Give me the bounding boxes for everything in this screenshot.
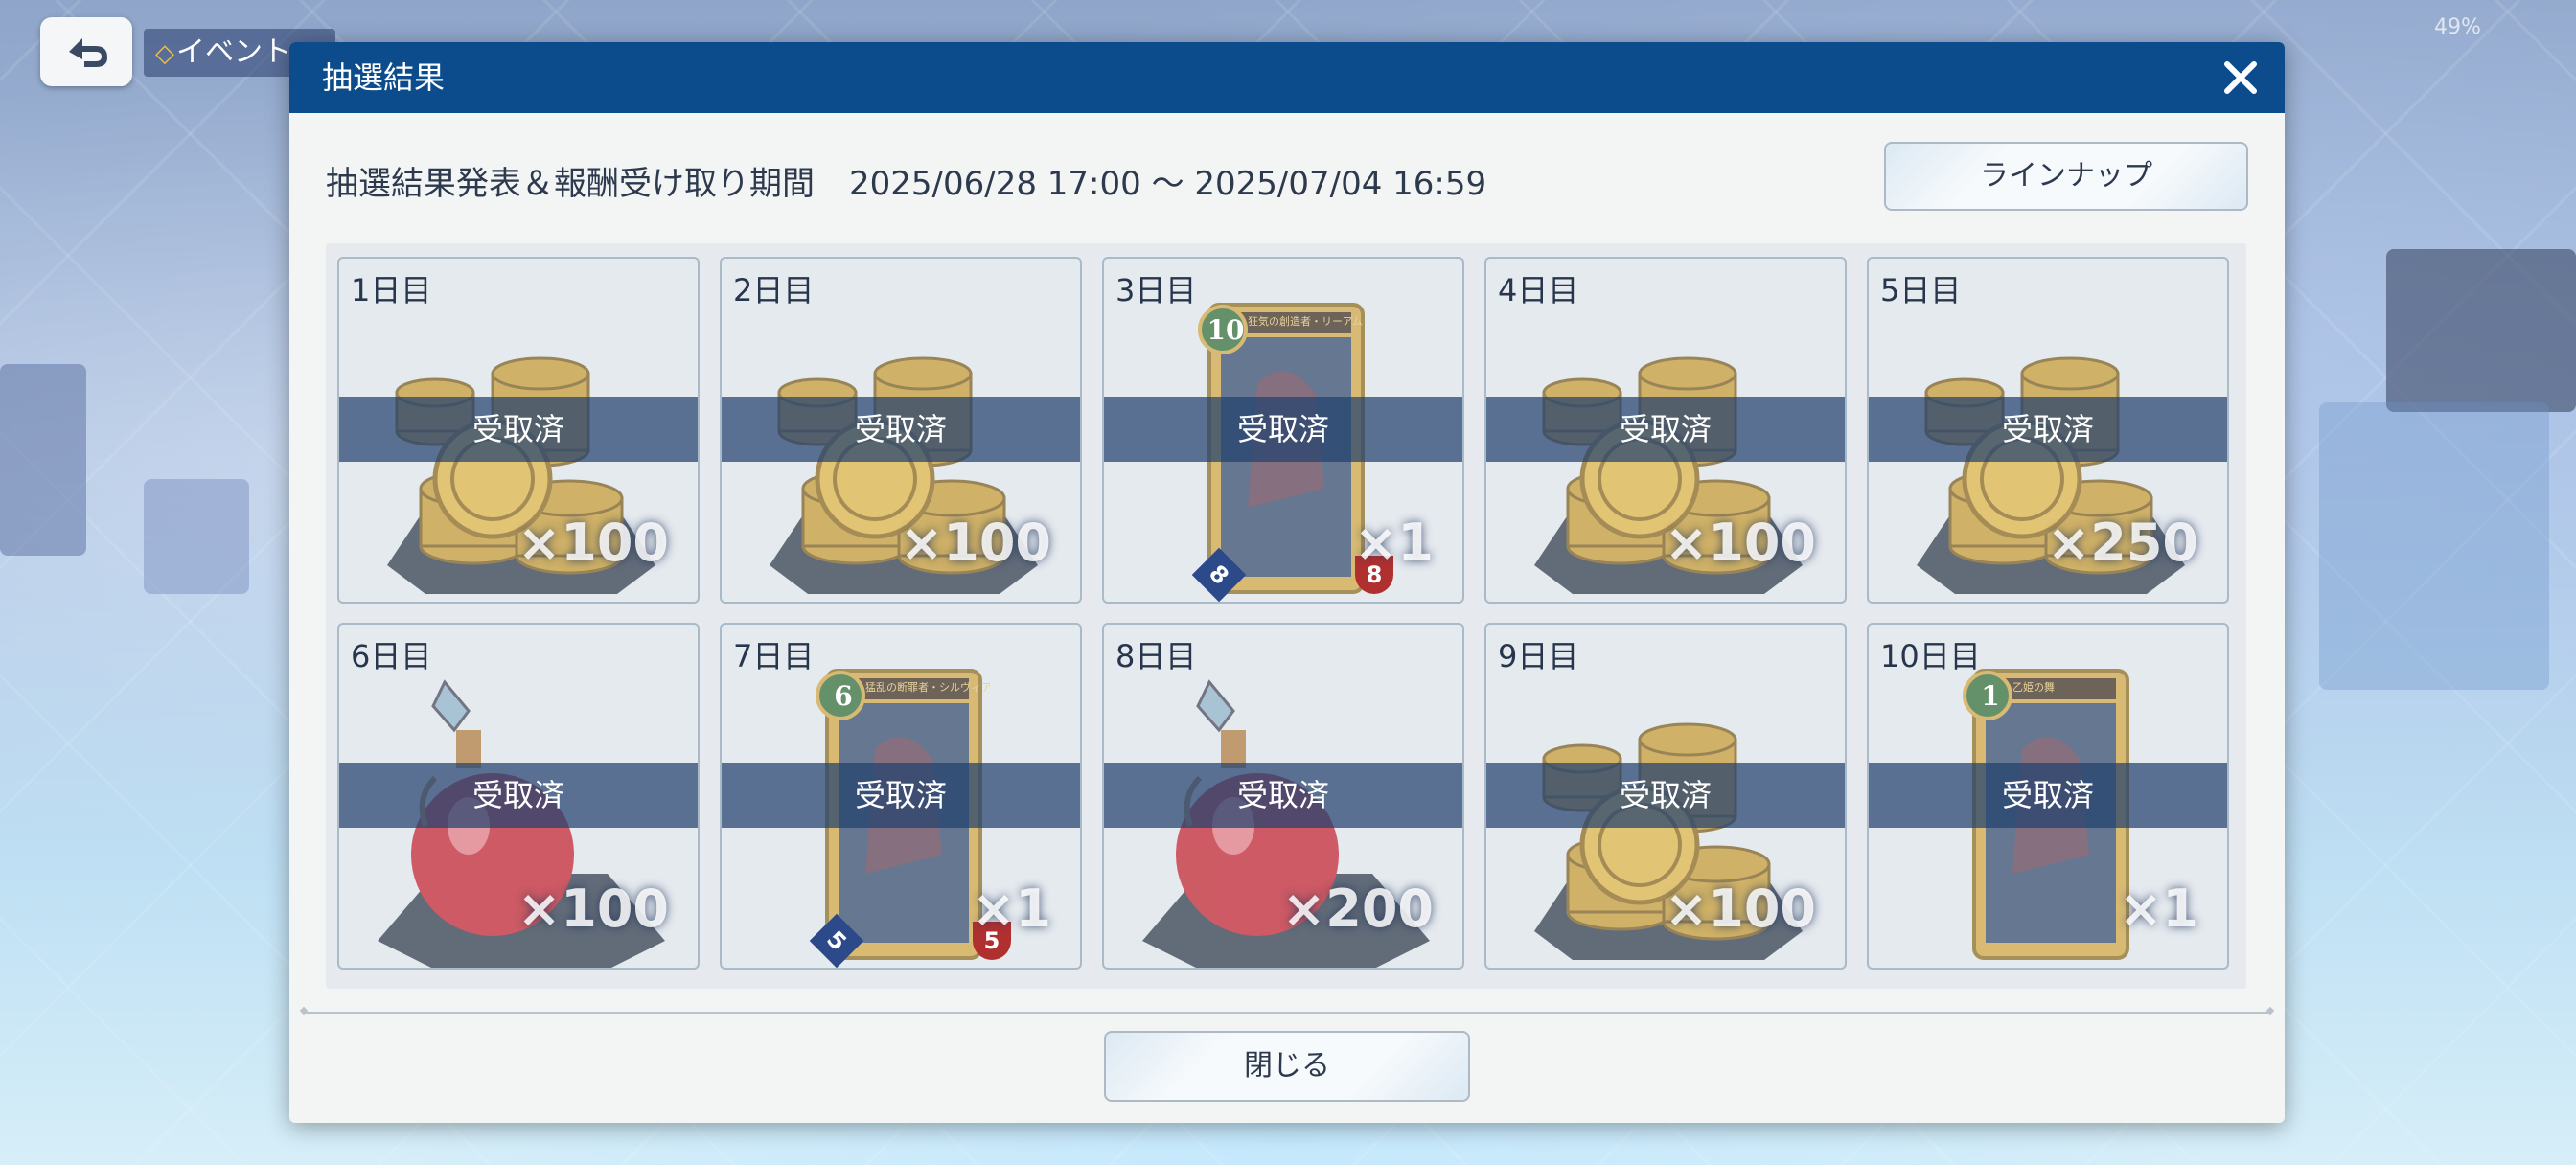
- day-label: 1日目: [351, 272, 432, 308]
- day-label: 5日目: [1880, 272, 1962, 308]
- reward-quantity: ×200: [1282, 879, 1434, 939]
- card-name: 猛乱の断罪者・シルヴィア: [865, 681, 990, 694]
- reward-quantity: ×1: [1354, 513, 1434, 573]
- reward-cell-day-1[interactable]: 1日目 受取済 ×100: [337, 257, 700, 604]
- card-cost: 6: [834, 680, 853, 712]
- period-label: 抽選結果発表＆報酬受け取り期間: [326, 165, 815, 203]
- reward-quantity: ×100: [900, 513, 1051, 573]
- back-arrow-icon: [69, 38, 107, 67]
- day-label: 8日目: [1116, 638, 1197, 674]
- background-structure: [2386, 249, 2576, 412]
- day-label: 3日目: [1116, 272, 1197, 308]
- received-status-band: 受取済: [722, 397, 1080, 462]
- reward-cell-day-7[interactable]: 7日目 6 猛乱の断罪者・シルヴィア 5 5 受取済 ×1: [720, 623, 1082, 970]
- reward-quantity: ×250: [2047, 513, 2198, 573]
- background-structure: [0, 364, 86, 556]
- card-name: 狂気の創造者・リーアム: [1248, 315, 1363, 328]
- battery-indicator: 49%: [2434, 15, 2481, 39]
- card-cost: 1: [1981, 680, 2000, 712]
- reward-quantity: ×100: [518, 879, 669, 939]
- diamond-icon: ◇: [155, 39, 174, 68]
- background-structure: [144, 479, 249, 594]
- divider: [303, 1012, 2271, 1014]
- dialog-title: 抽選結果: [322, 59, 446, 96]
- reward-cell-day-5[interactable]: 5日目 受取済 ×250: [1867, 257, 2229, 604]
- reward-quantity: ×100: [1665, 879, 1816, 939]
- day-label: 2日目: [733, 272, 815, 308]
- close-icon: [2224, 61, 2257, 94]
- received-status-band: 受取済: [1104, 397, 1462, 462]
- day-label: 4日目: [1498, 272, 1579, 308]
- received-status-band: 受取済: [339, 397, 698, 462]
- card-name: 乙姫の舞: [2012, 681, 2055, 694]
- daily-reward-grid: 1日目 受取済 ×100 2日目 受取済 ×100 3日目 10 狂気の創造者・リーアム 8…: [326, 243, 2246, 989]
- day-label: 10日目: [1880, 638, 1981, 674]
- received-status-band: 受取済: [1486, 763, 1845, 828]
- card-cost: 10: [1207, 314, 1245, 346]
- dialog-header: 抽選結果: [289, 42, 2285, 113]
- reward-quantity: ×1: [2119, 879, 2198, 939]
- received-status-band: 受取済: [339, 763, 698, 828]
- received-status-band: 受取済: [1869, 397, 2227, 462]
- reward-cell-day-3[interactable]: 3日目 10 狂気の創造者・リーアム 8 8 受取済 ×1: [1102, 257, 1464, 604]
- received-status-band: 受取済: [1486, 397, 1845, 462]
- reward-cell-day-4[interactable]: 4日目 受取済 ×100: [1484, 257, 1847, 604]
- received-status-band: 受取済: [1869, 763, 2227, 828]
- received-status-band: 受取済: [1104, 763, 1462, 828]
- received-status-band: 受取済: [722, 763, 1080, 828]
- reward-cell-day-8[interactable]: 8日目 受取済 ×200: [1102, 623, 1464, 970]
- close-x-button[interactable]: [2218, 55, 2264, 101]
- close-button[interactable]: 閉じる: [1104, 1031, 1470, 1102]
- reward-cell-day-10[interactable]: 10日目 1 乙姫の舞受取済 ×1: [1867, 623, 2229, 970]
- result-period: 抽選結果発表＆報酬受け取り期間 2025/06/28 17:00 ～ 2025/0…: [326, 157, 1486, 204]
- reward-cell-day-6[interactable]: 6日目 受取済 ×100: [337, 623, 700, 970]
- lottery-results-dialog: 抽選結果 抽選結果発表＆報酬受け取り期間 2025/06/28 17:00 ～ 2…: [289, 42, 2285, 1123]
- reward-quantity: ×100: [1665, 513, 1816, 573]
- day-label: 7日目: [733, 638, 815, 674]
- reward-quantity: ×1: [972, 879, 1051, 939]
- lineup-button[interactable]: ラインナップ: [1884, 142, 2248, 211]
- reward-cell-day-9[interactable]: 9日目 受取済 ×100: [1484, 623, 1847, 970]
- day-label: 6日目: [351, 638, 432, 674]
- day-label: 9日目: [1498, 638, 1579, 674]
- background-structure: [2319, 402, 2549, 690]
- back-button[interactable]: [40, 17, 132, 86]
- period-dates: 2025/06/28 17:00 ～ 2025/07/04 16:59: [849, 165, 1487, 203]
- reward-cell-day-2[interactable]: 2日目 受取済 ×100: [720, 257, 1082, 604]
- reward-quantity: ×100: [518, 513, 669, 573]
